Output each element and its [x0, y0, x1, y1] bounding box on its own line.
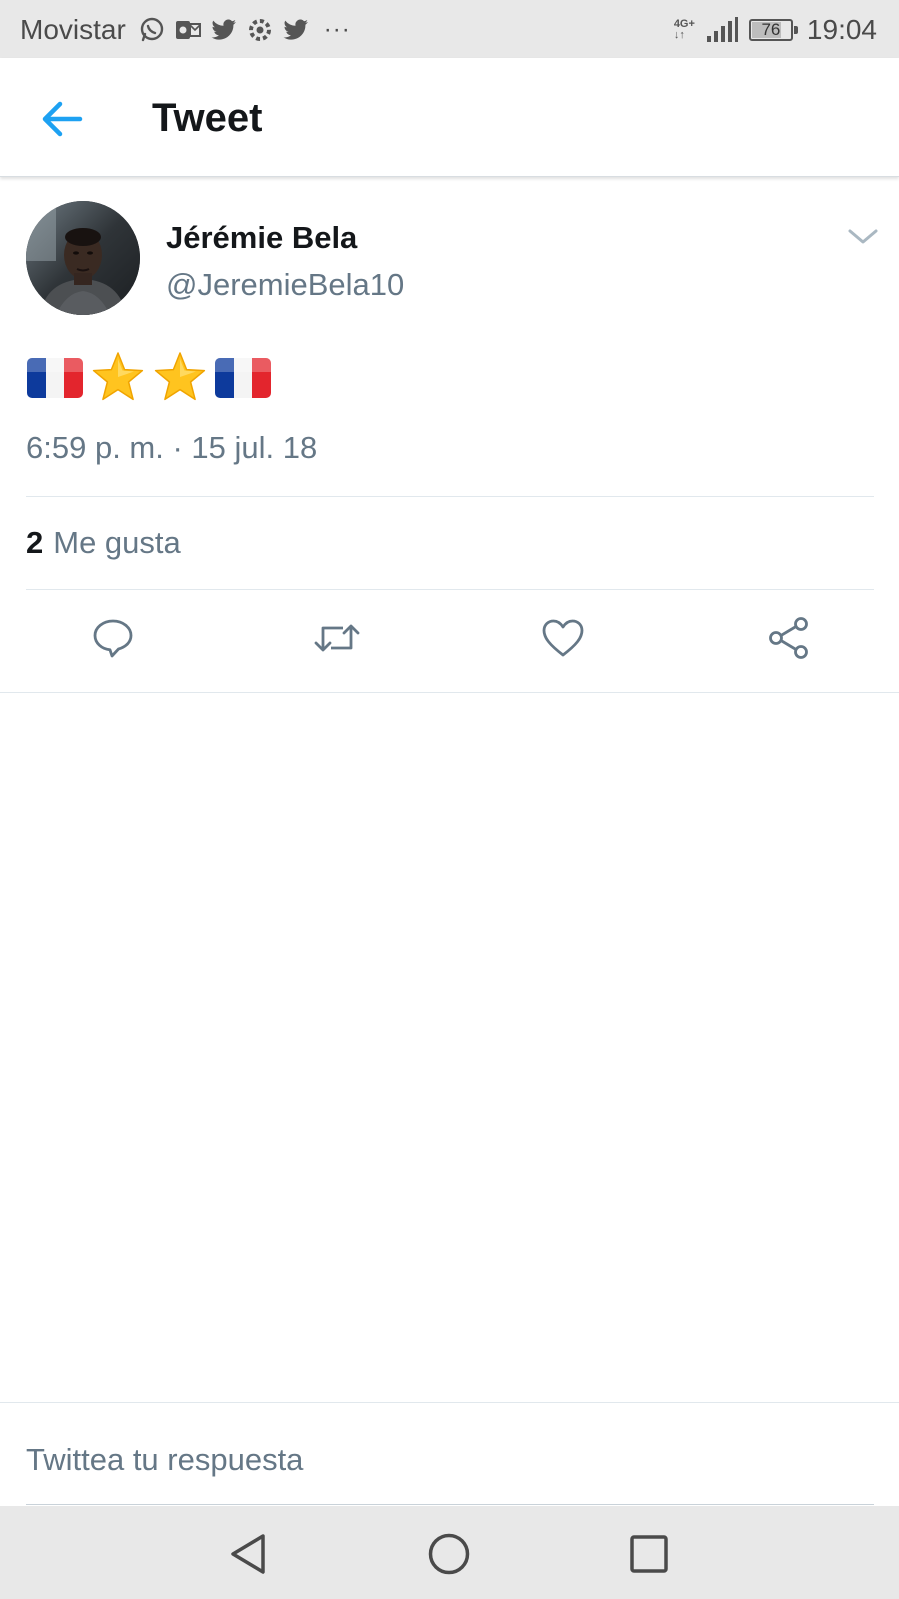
network-activity-label: ↓↑ — [673, 29, 685, 41]
status-left: Movistar ··· — [20, 12, 351, 48]
tweet-options-button[interactable] — [846, 225, 880, 249]
system-navigation-bar — [0, 1506, 899, 1599]
avatar-image — [26, 201, 140, 315]
chevron-down-icon — [848, 229, 878, 244]
nav-recents-button[interactable] — [623, 1528, 675, 1580]
page-title: Tweet — [152, 96, 263, 140]
twitter-icon — [282, 16, 310, 44]
battery-icon: 76 — [748, 19, 798, 41]
signal-icon — [706, 17, 738, 42]
status-right: 4G+ ↓↑ 76 19:04 — [674, 12, 877, 48]
reply-bar-divider — [0, 1402, 899, 1403]
clock: 19:04 — [806, 14, 877, 45]
settings-icon — [246, 16, 274, 44]
status-bar: Movistar ··· 4G+ ↓↑ 76 19:04 — [0, 0, 899, 58]
back-triangle-icon — [231, 1534, 265, 1574]
france-flag-emoji — [27, 358, 83, 398]
share-button[interactable] — [759, 608, 819, 668]
tweet-actions — [0, 590, 899, 690]
arrow-left-icon — [42, 101, 83, 137]
battery-tip — [793, 26, 798, 34]
likes-stat[interactable]: 2 Me gusta — [26, 525, 181, 561]
likes-label: Me gusta — [53, 525, 181, 560]
reply-input[interactable] — [26, 1430, 874, 1505]
nav-back-button[interactable] — [222, 1528, 274, 1580]
back-button[interactable] — [34, 94, 90, 144]
like-button[interactable] — [533, 608, 593, 668]
nav-home-button[interactable] — [423, 1528, 475, 1580]
divider — [26, 496, 874, 497]
tweet-text — [26, 350, 272, 406]
home-circle-icon — [428, 1533, 470, 1575]
avatar[interactable] — [26, 201, 140, 315]
author-handle[interactable]: @JeremieBela10 — [166, 267, 404, 303]
more-notifications-icon: ··· — [323, 16, 351, 43]
outlook-icon — [174, 16, 202, 44]
tweet-timestamp: 6:59 p. m. · 15 jul. 18 — [26, 430, 318, 465]
share-icon — [769, 617, 808, 659]
star-emoji — [154, 352, 206, 401]
divider — [0, 692, 899, 693]
carrier-label: Movistar — [20, 14, 126, 45]
twitter-icon — [210, 16, 238, 44]
network-type: 4G+ ↓↑ — [674, 19, 695, 41]
top-app-bar: Tweet — [0, 58, 899, 177]
retweet-button[interactable] — [307, 608, 367, 668]
recents-square-icon — [630, 1535, 668, 1573]
author-name[interactable]: Jérémie Bela — [166, 220, 357, 256]
star-emoji — [92, 352, 144, 401]
retweet-icon — [314, 624, 360, 652]
whatsapp-icon — [138, 16, 166, 44]
likes-count: 2 — [26, 525, 44, 560]
reply-button[interactable] — [83, 608, 143, 668]
france-flag-emoji — [215, 358, 271, 398]
battery-level: 76 — [761, 20, 781, 39]
reply-icon — [93, 619, 133, 658]
like-icon — [542, 619, 584, 657]
